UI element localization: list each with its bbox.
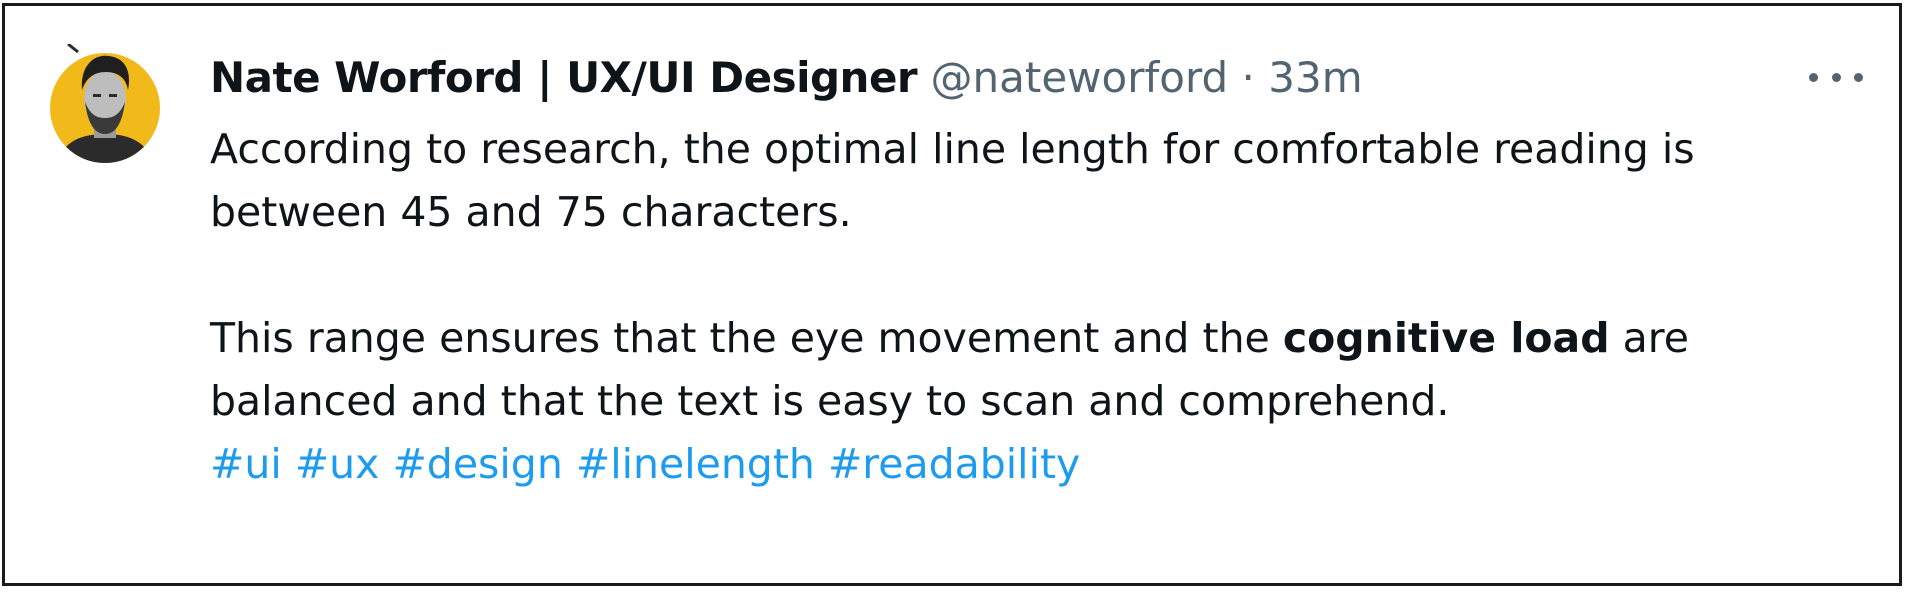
meta-separator: · [1241, 53, 1255, 102]
more-options-icon[interactable] [1809, 66, 1863, 88]
hashtag-readability[interactable]: #readability [828, 440, 1080, 488]
hashtag-list: #ui #ux #design #linelength #readability [210, 433, 1850, 496]
paragraph-2-text-after: are [1609, 314, 1689, 362]
paragraph-1: According to research, the optimal line … [210, 118, 1850, 244]
hashtag-ux[interactable]: #ux [295, 440, 380, 488]
hashtag-design[interactable]: #design [392, 440, 562, 488]
paragraph-1-line-1: According to research, the optimal line … [210, 125, 1695, 173]
hashtag-linelength[interactable]: #linelength [576, 440, 815, 488]
paragraph-2: This range ensures that the eye movement… [210, 307, 1850, 433]
paragraph-2-line-2: balanced and that the text is easy to sc… [210, 377, 1450, 425]
avatar[interactable] [48, 44, 162, 166]
tweet-card[interactable]: Nate Worford | UX/UI Designer @nateworfo… [2, 3, 1902, 586]
more-dot [1809, 72, 1818, 82]
paragraph-1-line-2: between 45 and 75 characters. [210, 188, 852, 236]
author-handle[interactable]: @nateworford [931, 53, 1229, 102]
tweet-header: Nate Worford | UX/UI Designer @nateworfo… [210, 52, 1363, 104]
bold-phrase: cognitive load [1282, 314, 1610, 362]
hashtag-ui[interactable]: #ui [210, 440, 282, 488]
tweet-timestamp[interactable]: 33m [1268, 53, 1362, 102]
more-dot [1854, 72, 1863, 82]
more-dot [1831, 72, 1841, 82]
tweet-text: According to research, the optimal line … [210, 118, 1850, 496]
author-name[interactable]: Nate Worford | UX/UI Designer [210, 53, 918, 102]
paragraph-2-text: This range ensures that the eye movement… [210, 314, 1283, 362]
